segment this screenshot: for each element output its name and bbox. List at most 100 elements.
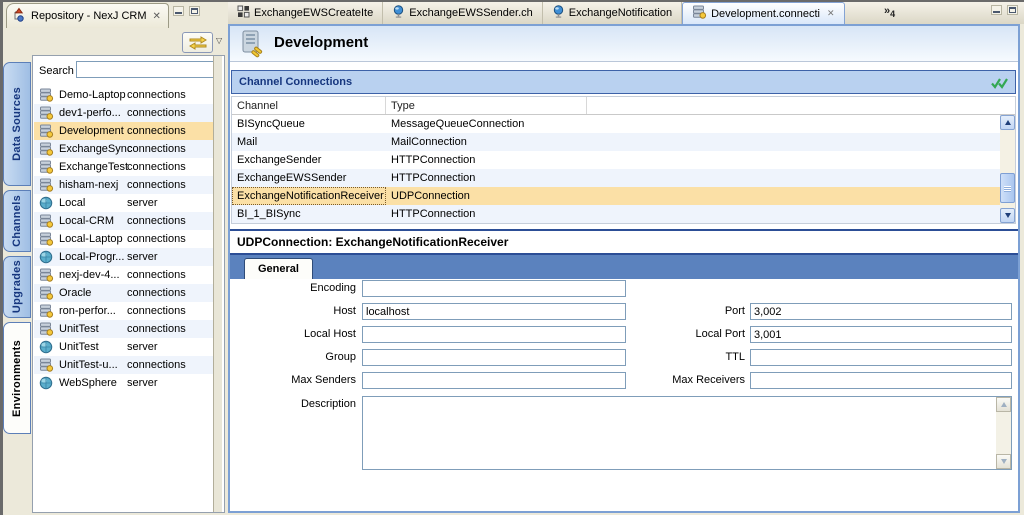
tree-item-type: connections: [127, 161, 186, 173]
table-row-exchangenotificationreceiver[interactable]: ExchangeNotificationReceiverUDPConnectio…: [232, 187, 1000, 205]
editor-tab-strip: ExchangeEWSCreateIteExchangeEWSSender.ch…: [228, 2, 1024, 24]
server-icon: [39, 376, 54, 390]
search-input[interactable]: [76, 61, 221, 78]
tree-item-name: Oracle: [59, 287, 91, 299]
scrollbar-thumb[interactable]: [1000, 173, 1015, 203]
encoding-field[interactable]: [362, 280, 626, 297]
column-header-type[interactable]: Type: [386, 97, 587, 114]
server-icon: [39, 340, 54, 354]
max-senders-field[interactable]: [362, 372, 626, 389]
max-receivers-field[interactable]: [750, 372, 1012, 389]
maximize-button[interactable]: [189, 6, 200, 16]
scroll-down-icon[interactable]: [996, 454, 1011, 469]
description-field[interactable]: [362, 396, 1012, 470]
database-icon: [39, 214, 54, 228]
tree-item-type: server: [127, 251, 158, 263]
tree-item-development[interactable]: Developmentconnections: [34, 122, 215, 140]
tree-item-type: connections: [127, 125, 186, 137]
repository-view-tab[interactable]: Repository - NexJ CRM ✕: [6, 3, 169, 28]
editor-maximize-button[interactable]: [1007, 5, 1018, 15]
tree-item-demo-laptop[interactable]: Demo-Laptopconnections: [34, 86, 215, 104]
tree-item-ron-perfor[interactable]: ron-perfor...connections: [34, 302, 215, 320]
tree-item-type: connections: [127, 305, 186, 317]
table-row-bi-1-bisync[interactable]: BI_1_BISyncHTTPConnection: [232, 205, 1000, 223]
sidebar-tab-upgrades[interactable]: Upgrades: [3, 256, 31, 318]
metadata-icon: [237, 5, 250, 21]
tree-item-type: connections: [127, 89, 186, 101]
scroll-down-icon[interactable]: [1000, 208, 1015, 223]
ttl-field[interactable]: [750, 349, 1012, 366]
sidebar-tab-label: Environments: [11, 340, 23, 417]
tree-item-type: connections: [127, 143, 186, 155]
tree-item-local-crm[interactable]: Local-CRMconnections: [34, 212, 215, 230]
local-host-field[interactable]: [362, 326, 626, 343]
port-label: Port: [612, 305, 745, 317]
channel-connections-table: Channel Type BISyncQueueMessageQueueConn…: [231, 96, 1016, 224]
tree-item-hisham-nexj[interactable]: hisham-nexjconnections: [34, 176, 215, 194]
view-menu-chevron-icon[interactable]: ▽: [216, 36, 222, 45]
sidebar-tab-environments[interactable]: Environments: [3, 322, 31, 434]
tree-item-unittest-u[interactable]: UnitTest-u...connections: [34, 356, 215, 374]
table-row-bisyncqueue[interactable]: BISyncQueueMessageQueueConnection: [232, 115, 1000, 133]
sidebar-tab-label: Upgrades: [11, 260, 23, 313]
tree-item-name: Local-CRM: [59, 215, 114, 227]
sidebar-tab-data-sources[interactable]: Data Sources: [3, 62, 31, 186]
database-icon: [39, 232, 54, 246]
host-field[interactable]: [362, 303, 626, 320]
minimize-button[interactable]: [173, 6, 184, 16]
tree-item-type: connections: [127, 323, 186, 335]
udp-connection-form: Description EncodingHostLocal HostGroupM…: [230, 279, 1018, 511]
tree-item-name: Local-Laptop: [59, 233, 123, 245]
sync-arrows-icon: [187, 36, 209, 50]
editor-tab-label: ExchangeNotification: [569, 7, 672, 19]
tree-scrollbar[interactable]: [213, 56, 222, 512]
database-icon: [39, 304, 54, 318]
table-row-exchangeewssender[interactable]: ExchangeEWSSenderHTTPConnection: [232, 169, 1000, 187]
editor-content: Development Channel Connections Channel …: [228, 24, 1020, 513]
group-field[interactable]: [362, 349, 626, 366]
tab-close-icon[interactable]: ✕: [827, 8, 835, 19]
ttl-label: TTL: [612, 351, 745, 363]
sidebar-tab-label: Data Sources: [11, 87, 23, 161]
tree-item-exchangetest[interactable]: ExchangeTestconnections: [34, 158, 215, 176]
repository-tab-strip: Data Sources Channels Upgrades Environments: [3, 62, 32, 434]
database-icon: [39, 322, 54, 336]
editor-tab-development-connecti[interactable]: Development.connecti✕: [682, 2, 844, 24]
tab-general[interactable]: General: [244, 258, 313, 279]
detail-tab-bar: General: [230, 255, 1018, 279]
link-with-editor-button[interactable]: [182, 32, 213, 53]
channel-icon: [392, 5, 405, 22]
scroll-up-icon[interactable]: [1000, 115, 1015, 130]
database-icon: [39, 124, 54, 138]
description-scrollbar[interactable]: [996, 397, 1011, 469]
editor-tab-exchangeewssender-ch[interactable]: ExchangeEWSSender.ch: [383, 2, 543, 24]
tree-item-local-laptop[interactable]: Local-Laptopconnections: [34, 230, 215, 248]
scroll-up-icon[interactable]: [996, 397, 1011, 412]
tree-item-type: server: [127, 197, 158, 209]
tree-item-websphere[interactable]: WebSphereserver: [34, 374, 215, 392]
tree-item-unittest[interactable]: UnitTestserver: [34, 338, 215, 356]
table-row-mail[interactable]: MailMailConnection: [232, 133, 1000, 151]
tree-item-name: UnitTest: [59, 341, 99, 353]
tree-item-exchangesync[interactable]: ExchangeSyncconnections: [34, 140, 215, 158]
table-row-exchangesender[interactable]: ExchangeSenderHTTPConnection: [232, 151, 1000, 169]
tree-item-unittest[interactable]: UnitTestconnections: [34, 320, 215, 338]
sidebar-tab-label: Channels: [11, 195, 23, 247]
column-header-channel[interactable]: Channel: [232, 97, 386, 114]
tree-item-dev1-perfo[interactable]: dev1-perfo...connections: [34, 104, 215, 122]
editor-tab-exchangenotification[interactable]: ExchangeNotification: [543, 2, 682, 24]
close-icon[interactable]: ✕: [151, 11, 163, 22]
tree-item-local[interactable]: Localserver: [34, 194, 215, 212]
tree-item-local-progr[interactable]: Local-Progr...server: [34, 248, 215, 266]
table-scrollbar[interactable]: [1000, 115, 1015, 223]
port-field[interactable]: [750, 303, 1012, 320]
tree-item-nexj-dev-4[interactable]: nexj-dev-4...connections: [34, 266, 215, 284]
tab-overflow-indicator[interactable]: »4: [884, 5, 895, 19]
editor-minimize-button[interactable]: [991, 5, 1002, 15]
database-icon: [39, 358, 54, 372]
editor-tab-exchangeewscreateite[interactable]: ExchangeEWSCreateIte: [228, 2, 383, 24]
sidebar-tab-channels[interactable]: Channels: [3, 190, 31, 252]
tree-item-oracle[interactable]: Oracleconnections: [34, 284, 215, 302]
local-port-field[interactable]: [750, 326, 1012, 343]
database-icon: [39, 160, 54, 174]
